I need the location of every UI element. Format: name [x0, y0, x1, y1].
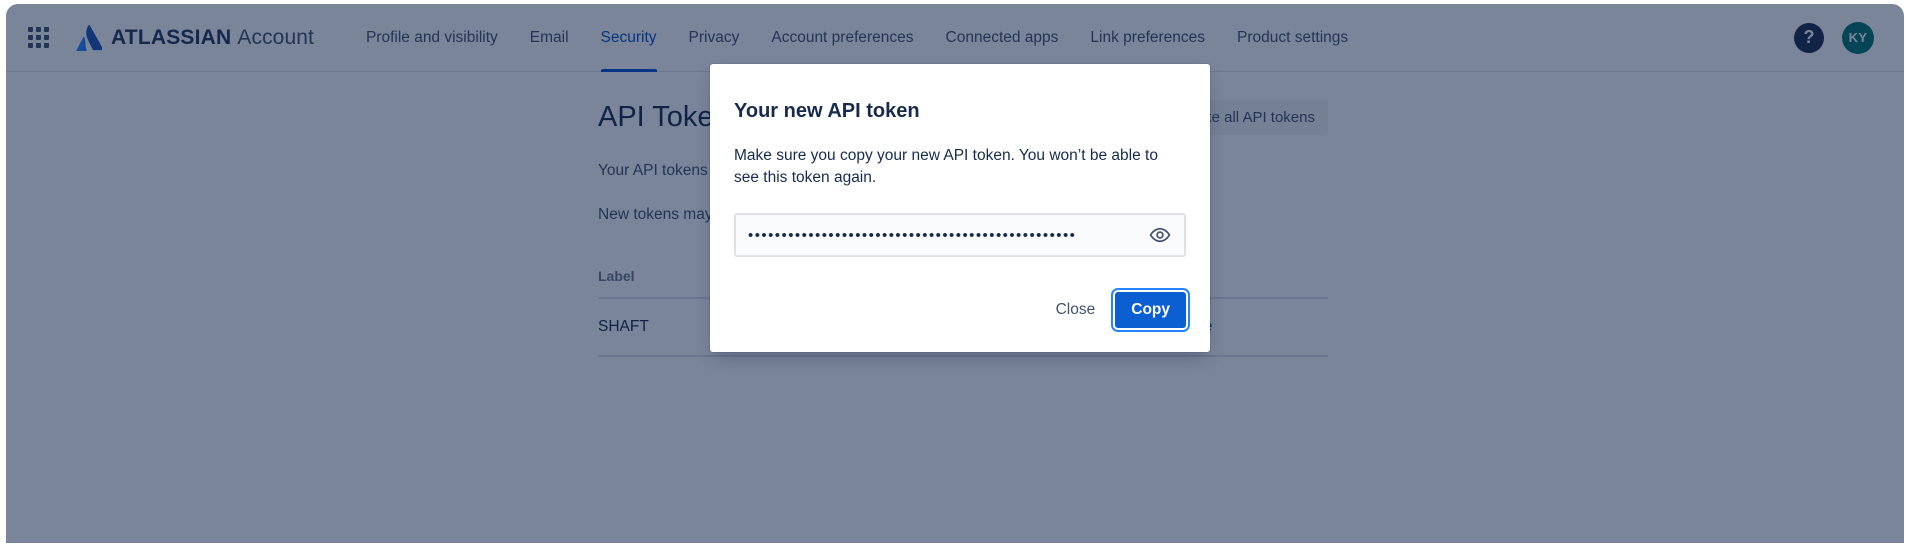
tab-link-preferences[interactable]: Link preferences: [1074, 4, 1221, 72]
modal-description: Make sure you copy your new API token. Y…: [734, 147, 1158, 186]
tab-connected-apps[interactable]: Connected apps: [930, 4, 1075, 72]
tab-product-settings[interactable]: Product settings: [1221, 4, 1364, 72]
tab-email[interactable]: Email: [514, 4, 585, 72]
tab-account-preferences[interactable]: Account preferences: [755, 4, 929, 72]
modal-action-buttons: Close Copy: [734, 288, 1190, 332]
modal-title: Your new API token: [734, 100, 920, 122]
primary-nav-tabs: Profile and visibility Email Security Pr…: [350, 4, 1364, 72]
avatar[interactable]: KY: [1842, 21, 1874, 54]
grid-apps-icon[interactable]: [22, 22, 54, 54]
help-icon[interactable]: ?: [1794, 22, 1824, 53]
eye-icon[interactable]: [1148, 223, 1172, 247]
tab-security[interactable]: Security: [585, 4, 673, 72]
browser-page: ATLASSIAN Account Profile and visibility…: [6, 4, 1904, 543]
atlassian-logo-icon: [76, 24, 102, 51]
close-button[interactable]: Close: [1044, 293, 1108, 327]
new-api-token-modal: Your new API token Make sure you copy yo…: [710, 64, 1210, 352]
tab-privacy[interactable]: Privacy: [673, 4, 756, 72]
api-token-field[interactable]: ••••••••••••••••••••••••••••••••••••••••…: [734, 213, 1186, 257]
copy-button[interactable]: Copy: [1111, 288, 1190, 332]
tab-profile-and-visibility[interactable]: Profile and visibility: [350, 4, 514, 72]
brand-text: ATLASSIAN Account: [111, 26, 314, 50]
api-token-masked-value: ••••••••••••••••••••••••••••••••••••••••…: [748, 227, 1077, 243]
brand-logo-and-name[interactable]: ATLASSIAN Account: [76, 24, 314, 51]
top-navigation-bar: ATLASSIAN Account Profile and visibility…: [6, 4, 1904, 72]
brand-name-regular: Account: [237, 25, 314, 49]
brand-name-bold: ATLASSIAN: [111, 25, 232, 49]
nav-right-actions: ? KY: [1794, 21, 1874, 54]
